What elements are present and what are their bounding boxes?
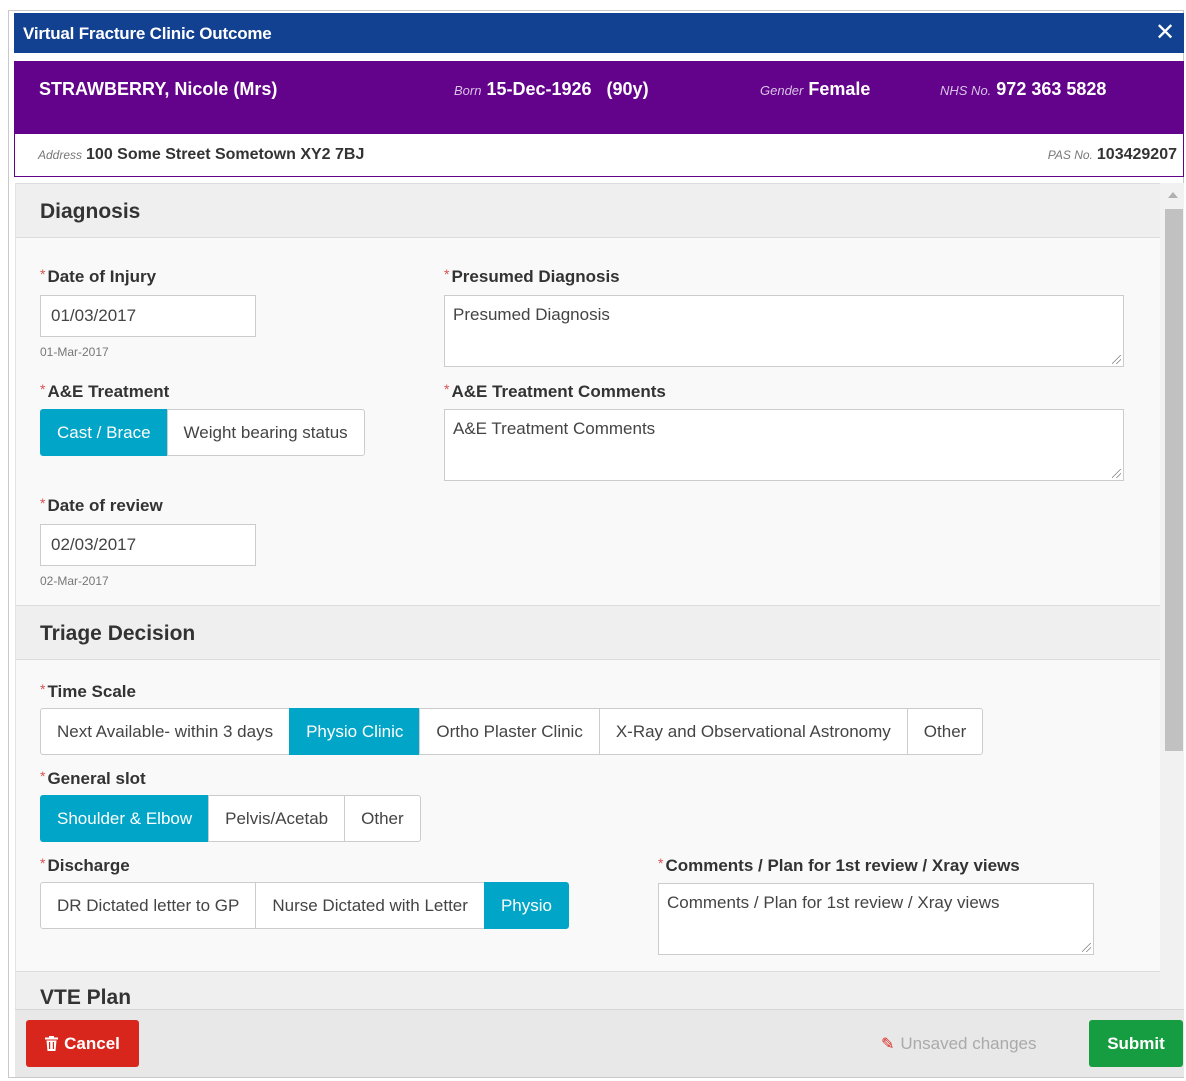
general-slot-option-pelvis[interactable]: Pelvis/Acetab — [208, 795, 346, 842]
general-slot-label: * General slot — [40, 768, 146, 788]
comments-plan-label: * Comments / Plan for 1st review / Xray v… — [658, 855, 1020, 875]
unsaved-label: Unsaved changes — [900, 1034, 1037, 1053]
ae-comments-placeholder: A&E Treatment Comments — [453, 419, 656, 438]
ae-treatment-option-weight-bearing[interactable]: Weight bearing status — [166, 409, 365, 456]
discharge-label: * Discharge — [40, 855, 130, 875]
trash-icon — [45, 1036, 59, 1051]
scroll-up-icon[interactable] — [1168, 192, 1178, 198]
patient-banner: STRAWBERRY, Nicole (Mrs) Born 15-Dec-1926… — [14, 61, 1184, 134]
date-of-injury-hint: 01-Mar-2017 — [40, 345, 109, 359]
comments-plan-textarea[interactable]: Comments / Plan for 1st review / Xray vi… — [658, 883, 1094, 955]
discharge-option-nurse-dictated[interactable]: Nurse Dictated with Letter — [255, 882, 485, 929]
patient-pas: PAS No. 103429207 — [1048, 146, 1177, 164]
address-label: Address — [38, 148, 83, 162]
born-label: Born — [454, 83, 482, 98]
time-scale-label: * Time Scale — [40, 681, 136, 701]
ae-comments-label: * A&E Treatment Comments — [444, 381, 666, 401]
time-scale-option-next-available[interactable]: Next Available- within 3 days — [40, 708, 291, 755]
modal-title: Virtual Fracture Clinic Outcome — [23, 24, 272, 43]
resize-grip-icon[interactable] — [1082, 943, 1091, 952]
pas-label: PAS No. — [1047, 148, 1093, 162]
comments-plan-placeholder: Comments / Plan for 1st review / Xray vi… — [667, 893, 1000, 912]
date-of-review-input[interactable]: 02/03/2017 — [40, 524, 256, 566]
triage-heading: Triage Decision — [40, 622, 196, 645]
time-scale-option-xray[interactable]: X-Ray and Observational Astronomy — [598, 708, 908, 755]
time-scale-buttons: Next Available- within 3 days Physio Cli… — [40, 708, 984, 755]
discharge-option-dr-dictated[interactable]: DR Dictated letter to GP — [40, 882, 257, 929]
scrollbar[interactable] — [1160, 183, 1184, 1009]
pas-value: 103429207 — [1096, 146, 1177, 163]
patient-nhs: NHS No. 972 363 5828 — [940, 79, 1106, 100]
discharge-buttons: DR Dictated letter to GP Nurse Dictated … — [40, 882, 569, 929]
ae-comments-textarea[interactable]: A&E Treatment Comments — [444, 409, 1124, 481]
date-of-review-label: * Date of review — [40, 495, 163, 515]
gender-value: Female — [808, 79, 871, 99]
patient-address: Address 100 Some Street Sometown XY2 7BJ — [38, 146, 364, 164]
presumed-diagnosis-placeholder: Presumed Diagnosis — [453, 305, 610, 324]
form-scroll-area[interactable]: Diagnosis * Date of Injury 01/03/2017 01-… — [15, 183, 1160, 1009]
diagnosis-heading: Diagnosis — [40, 200, 141, 223]
general-slot-buttons: Shoulder & Elbow Pelvis/Acetab Other — [40, 795, 421, 842]
section-vte-heading: VTE Plan — [16, 971, 1160, 1009]
ae-treatment-buttons: Cast / Brace Weight bearing status — [40, 409, 365, 456]
nhs-value: 972 363 5828 — [996, 79, 1107, 99]
discharge-option-physio[interactable]: Physio — [483, 882, 569, 929]
section-diagnosis-heading: Diagnosis — [16, 183, 1160, 238]
ae-treatment-option-cast-brace[interactable]: Cast / Brace — [40, 409, 168, 456]
patient-born: Born 15-Dec-1926 (90y) — [454, 79, 649, 100]
pencil-icon: ✎ — [881, 1036, 895, 1053]
vte-heading: VTE Plan — [40, 986, 132, 1009]
date-of-review-hint: 02-Mar-2017 — [40, 574, 109, 588]
nhs-label: NHS No. — [940, 83, 992, 98]
time-scale-option-other[interactable]: Other — [906, 708, 984, 755]
gender-label: Gender — [760, 83, 804, 98]
close-icon[interactable]: ✕ — [1152, 20, 1178, 46]
resize-grip-icon[interactable] — [1112, 355, 1121, 364]
patient-address-bar: Address 100 Some Street Sometown XY2 7BJ … — [14, 134, 1184, 177]
date-of-injury-label: * Date of Injury — [40, 266, 157, 286]
section-triage-heading: Triage Decision — [16, 605, 1160, 660]
modal-dialog: Virtual Fracture Clinic Outcome ✕ STRAWB… — [8, 10, 1184, 1078]
unsaved-changes-indicator: ✎ Unsaved changes — [881, 1034, 1037, 1054]
cancel-label: Cancel — [64, 1033, 120, 1053]
ae-treatment-label: * A&E Treatment — [40, 381, 170, 401]
presumed-diagnosis-textarea[interactable]: Presumed Diagnosis — [444, 295, 1124, 367]
time-scale-option-physio-clinic[interactable]: Physio Clinic — [289, 708, 421, 755]
date-of-injury-input[interactable]: 01/03/2017 — [40, 295, 256, 337]
scrollbar-thumb[interactable] — [1165, 209, 1183, 751]
resize-grip-icon[interactable] — [1112, 469, 1121, 478]
time-scale-option-ortho-plaster[interactable]: Ortho Plaster Clinic — [419, 708, 600, 755]
general-slot-option-shoulder-elbow[interactable]: Shoulder & Elbow — [40, 795, 210, 842]
cancel-button[interactable]: Cancel — [26, 1020, 139, 1067]
born-value: 15-Dec-1926 (90y) — [486, 79, 649, 99]
modal-footer: Cancel ✎ Unsaved changes Submit — [15, 1009, 1184, 1077]
address-value: 100 Some Street Sometown XY2 7BJ — [86, 146, 365, 163]
general-slot-option-other[interactable]: Other — [344, 795, 421, 842]
patient-name: STRAWBERRY, Nicole (Mrs) — [39, 79, 278, 99]
submit-button[interactable]: Submit — [1089, 1020, 1183, 1067]
modal-title-bar: Virtual Fracture Clinic Outcome ✕ — [14, 13, 1184, 53]
patient-gender: Gender Female — [760, 79, 870, 100]
presumed-diagnosis-label: * Presumed Diagnosis — [444, 266, 620, 286]
